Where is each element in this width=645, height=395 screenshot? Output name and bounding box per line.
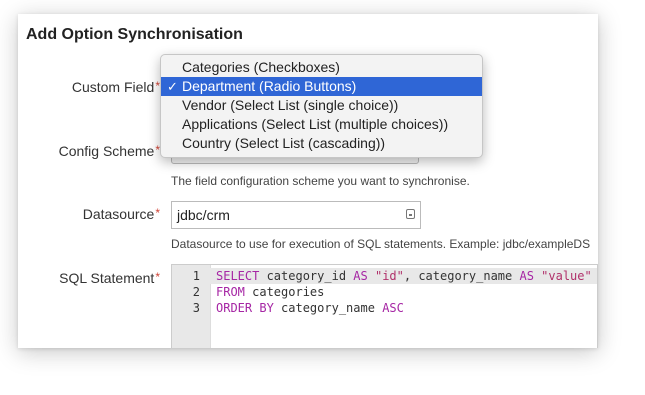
line-number: 3: [192, 301, 200, 315]
dropdown-option[interactable]: Applications (Select List (multiple choi…: [161, 115, 482, 134]
sql-statement-label: SQL Statement*: [59, 270, 160, 286]
datasource-label: Datasource*: [82, 206, 160, 222]
dropdown-option[interactable]: ✓ Department (Radio Buttons): [161, 77, 482, 96]
code-text: ORDER BY category_name ASC: [216, 300, 404, 316]
sql-keyword: ASC: [382, 301, 404, 315]
dropdown-option[interactable]: Country (Select List (cascading)): [161, 134, 482, 153]
sql-keyword: ORDER BY: [216, 301, 282, 315]
sql-identifier: category_id: [266, 269, 354, 283]
datasource-value: jdbc/crm: [177, 207, 230, 223]
code-text: FROM categories: [216, 284, 324, 300]
sql-editor[interactable]: 1 SELECT category_id AS "id", category_na…: [171, 264, 598, 348]
dropdown-option[interactable]: Vendor (Select List (single choice)): [161, 96, 482, 115]
dropdown-option-label: Vendor (Select List (single choice)): [182, 97, 399, 113]
sql-string: "value": [541, 269, 592, 283]
required-marker: *: [155, 206, 160, 220]
sql-identifier: categories: [252, 285, 325, 299]
code-line: 1 SELECT category_id AS "id", category_na…: [172, 268, 597, 284]
required-marker: *: [155, 270, 160, 284]
dropdown-option[interactable]: Categories (Checkboxes): [161, 58, 482, 77]
sql-keyword: SELECT: [216, 269, 267, 283]
sql-keyword: FROM: [216, 285, 253, 299]
sql-identifier: , category_name: [403, 269, 520, 283]
lock-icon[interactable]: [406, 209, 415, 219]
dropdown-option-label: Country (Select List (cascading)): [182, 135, 386, 151]
sql-keyword: AS: [353, 269, 375, 283]
line-number: 2: [192, 285, 200, 299]
config-scheme-label: Config Scheme*: [58, 143, 160, 159]
dialog-title: Add Option Synchronisation: [26, 26, 243, 43]
checkmark-icon: ✓: [167, 79, 178, 94]
custom-field-dropdown-menu[interactable]: Categories (Checkboxes) ✓ Department (Radi…: [160, 54, 483, 158]
dropdown-option-label: Department (Radio Buttons): [182, 78, 357, 94]
dropdown-option-label: Categories (Checkboxes): [182, 59, 340, 75]
sql-identifier: category_name: [281, 301, 383, 315]
config-scheme-hint: The field configuration scheme you want …: [171, 174, 470, 188]
code-line: 3 ORDER BY category_name ASC: [172, 300, 597, 316]
code-text: SELECT category_id AS "id", category_nam…: [216, 268, 592, 284]
line-number: 1: [192, 269, 200, 283]
custom-field-label: Custom Field*: [71, 79, 160, 95]
datasource-input[interactable]: jdbc/crm: [171, 201, 421, 229]
code-line: 2 FROM categories: [172, 284, 597, 300]
datasource-hint: Datasource to use for execution of SQL s…: [171, 237, 591, 251]
sql-keyword: AS: [519, 269, 542, 283]
dropdown-option-label: Applications (Select List (multiple choi…: [182, 116, 449, 132]
sql-string: "id": [374, 269, 404, 283]
